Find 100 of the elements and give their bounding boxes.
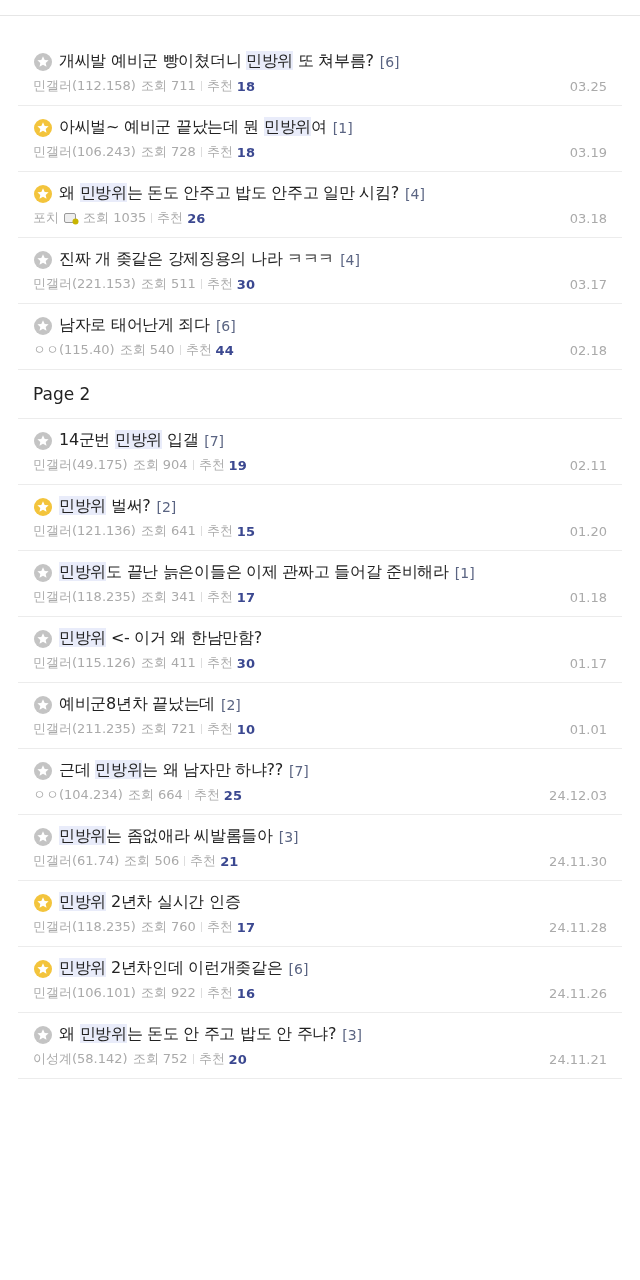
post-date: 01.17: [569, 655, 607, 671]
post-title[interactable]: 민방위 <- 이거 왜 한남만함?: [59, 628, 262, 649]
post-row[interactable]: 예비군8년차 끝났는데 [2] 민갤러(211.235) 조회 721 추천 10 01.01: [18, 683, 622, 749]
recommend-label: 추천: [157, 209, 184, 227]
post-row[interactable]: 민방위는 좀없애라 씨발롬들아 [3] 민갤러(61.74) 조회 506 추천 21 24.11.30: [18, 815, 622, 881]
post-title[interactable]: 아씨벌~ 예비군 끝났는데 뭔 민방위여: [59, 117, 327, 138]
post-title[interactable]: 진짜 개 좆같은 강제징용의 나라 ㅋㅋㅋ: [59, 249, 335, 270]
post-date: 01.01: [569, 721, 607, 737]
view-count: 조회 904: [132, 456, 188, 474]
recommend-count: 17: [236, 589, 255, 605]
view-count: 조회 721: [140, 720, 196, 738]
view-count: 조회 506: [124, 852, 180, 870]
post-row[interactable]: 민방위 <- 이거 왜 한남만함? 민갤러(115.126) 조회 411 추천 30 01.17: [18, 617, 622, 683]
comment-count: [7]: [204, 432, 225, 449]
recommend-count: 30: [236, 276, 255, 292]
view-count: 조회 711: [140, 77, 196, 95]
author-name: 민갤러(106.101): [33, 984, 136, 1002]
comment-count: [4]: [340, 251, 360, 268]
comment-count: [3]: [278, 828, 299, 845]
author-name: 민갤러(106.243): [33, 143, 136, 161]
author-name: 민갤러(49.175): [33, 456, 128, 474]
post-row[interactable]: 왜 민방위는 돈도 안 주고 밥도 안 주냐? [3] 이성계(58.142) 조회 752 추천 20 24.11.21: [18, 1013, 622, 1079]
comment-count: [6]: [379, 53, 400, 70]
view-count: 조회 664: [127, 786, 183, 804]
recommend-label: 추천: [190, 852, 217, 870]
post-date: 01.18: [569, 589, 607, 605]
recommend-count: 15: [236, 523, 255, 539]
post-row[interactable]: 민방위 2년차 실시간 인증 민갤러(118.235) 조회 760 추천 17 24.11.28: [18, 881, 622, 947]
post-title[interactable]: 왜 민방위는 돈도 안주고 밥도 안주고 일만 시킴?: [59, 183, 400, 204]
post-date: 24.11.21: [549, 1051, 607, 1067]
post-row[interactable]: 근데 민방위는 왜 남자만 하냐?? [7] ㅇㅇ(104.234) 조회 664 추천 25 24.12.03: [18, 749, 622, 815]
recommend-label: 추천: [206, 588, 233, 606]
view-count: 조회 511: [140, 275, 196, 293]
comment-count: [4]: [405, 185, 425, 202]
recommend-count: 21: [220, 853, 239, 869]
recommend-count: 30: [236, 655, 255, 671]
post-title[interactable]: 남자로 태어난게 죄다: [59, 315, 210, 336]
post-date: 24.11.30: [549, 853, 607, 869]
post-row[interactable]: 왜 민방위는 돈도 안주고 밥도 안주고 일만 시킴? [4] 포치 조회 1035 추천 26 03.18: [18, 172, 622, 238]
author-name: 민갤러(115.126): [33, 654, 136, 672]
recommend-label: 추천: [206, 984, 233, 1002]
post-date: 24.11.26: [549, 985, 607, 1001]
recommend-count: 19: [228, 457, 247, 473]
post-date: 03.17: [569, 276, 607, 292]
recommend-label: 추천: [206, 654, 233, 672]
view-count: 조회 641: [140, 522, 196, 540]
post-title[interactable]: 민방위 2년차 실시간 인증: [59, 892, 241, 913]
comment-count: [2]: [156, 498, 177, 515]
post-date: 02.18: [569, 342, 607, 358]
author-name: 민갤러(112.158): [33, 77, 136, 95]
recommend-count: 18: [236, 78, 255, 94]
recommend-count: 10: [236, 721, 255, 737]
post-row[interactable]: 민방위 2년차인데 이런개좆같은 [6] 민갤러(106.101) 조회 922 추천 16 24.11.26: [18, 947, 622, 1013]
post-title[interactable]: 14군번 민방위 입갤: [59, 430, 199, 451]
post-title[interactable]: 예비군8년차 끝났는데: [59, 694, 215, 715]
recommend-label: 추천: [198, 456, 225, 474]
author-name: 민갤러(121.136): [33, 522, 136, 540]
post-title[interactable]: 개씨발 예비군 빵이쳤더니 민방위 또 쳐부름?: [59, 51, 374, 72]
author-name: 민갤러(211.235): [33, 720, 136, 738]
comment-count: [6]: [288, 960, 309, 977]
view-count: 조회 728: [140, 143, 196, 161]
post-date: 03.19: [569, 144, 607, 160]
post-title[interactable]: 민방위 벌써?: [59, 496, 151, 517]
recommend-count: 44: [215, 342, 234, 358]
view-count: 조회 540: [119, 341, 175, 359]
post-title[interactable]: 민방위도 끝난 늙은이들은 이제 관짜고 들어갈 준비해라: [59, 562, 449, 583]
comment-count: [7]: [288, 762, 309, 779]
post-date: 24.12.03: [549, 787, 607, 803]
post-title[interactable]: 민방위는 좀없애라 씨발롬들아: [59, 826, 273, 847]
recommend-label: 추천: [206, 275, 233, 293]
view-count: 조회 411: [140, 654, 196, 672]
recommend-label: 추천: [206, 77, 233, 95]
author-name: 이성계(58.142): [33, 1050, 128, 1068]
recommend-count: 17: [236, 919, 255, 935]
post-row[interactable]: 아씨벌~ 예비군 끝났는데 뭔 민방위여 [1] 민갤러(106.243) 조회 728 추천 18 03.19: [18, 106, 622, 172]
recommend-label: 추천: [193, 786, 220, 804]
post-row[interactable]: 진짜 개 좆같은 강제징용의 나라 ㅋㅋㅋ [4] 민갤러(221.153) 조회 511 추천 30 03.17: [18, 238, 622, 304]
author-name: 민갤러(118.235): [33, 588, 136, 606]
recommend-label: 추천: [206, 522, 233, 540]
post-title[interactable]: 근데 민방위는 왜 남자만 하냐??: [59, 760, 283, 781]
post-title[interactable]: 왜 민방위는 돈도 안 주고 밥도 안 주냐?: [59, 1024, 337, 1045]
recommend-label: 추천: [206, 918, 233, 936]
post-date: 03.25: [569, 78, 607, 94]
page-heading: Page 2: [18, 370, 622, 419]
comment-count: [3]: [342, 1026, 363, 1043]
post-title[interactable]: 민방위 2년차인데 이런개좆같은: [59, 958, 283, 979]
post-row[interactable]: 민방위 벌써? [2] 민갤러(121.136) 조회 641 추천 15 01.20: [18, 485, 622, 551]
comment-count: [1]: [332, 119, 353, 136]
comment-count: [2]: [220, 696, 241, 713]
author-name: ㅇㅇ(104.234): [33, 786, 123, 804]
post-row[interactable]: 남자로 태어난게 죄다 [6] ㅇㅇ(115.40) 조회 540 추천 44 02.18: [18, 304, 622, 370]
recommend-label: 추천: [185, 341, 212, 359]
post-row[interactable]: 민방위도 끝난 늙은이들은 이제 관짜고 들어갈 준비해라 [1] 민갤러(118.235) 조회 341 추천 17 01.18: [18, 551, 622, 617]
recommend-count: 16: [236, 985, 255, 1001]
view-count: 조회 752: [132, 1050, 188, 1068]
post-row[interactable]: 14군번 민방위 입갤 [7] 민갤러(49.175) 조회 904 추천 19 02.11: [18, 419, 622, 485]
author-name: 민갤러(118.235): [33, 918, 136, 936]
recommend-count: 20: [228, 1051, 247, 1067]
view-count: 조회 760: [140, 918, 196, 936]
post-row[interactable]: 개씨발 예비군 빵이쳤더니 민방위 또 쳐부름? [6] 민갤러(112.158) 조회 711 추천 18 03.25: [18, 40, 622, 106]
